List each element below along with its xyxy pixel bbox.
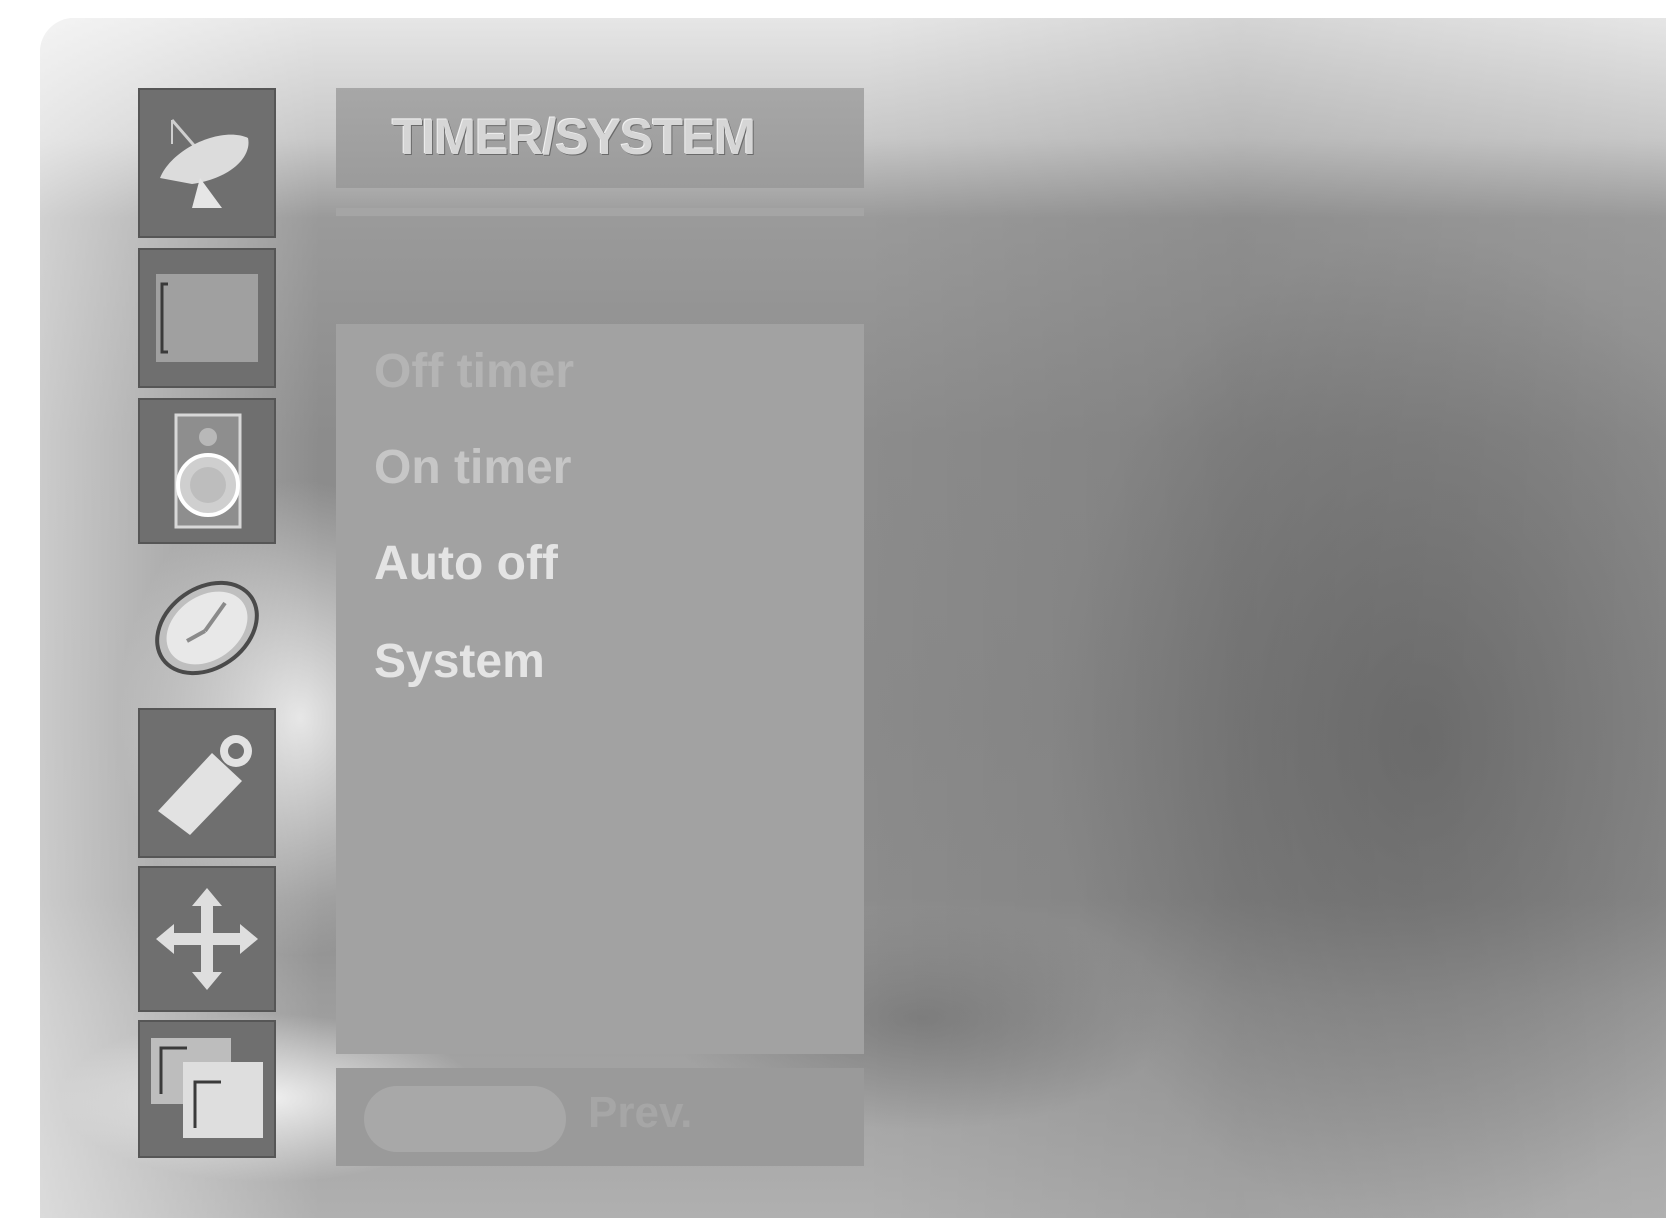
menu-tab-timer[interactable] [138, 568, 276, 688]
menu-tab-pip[interactable] [138, 1020, 276, 1158]
menu-tab-screen[interactable] [138, 866, 276, 1012]
menu-tab-option[interactable] [138, 708, 276, 858]
menu-title-bar: TIMER/SYSTEM [336, 88, 864, 188]
menu-footer: Prev. [336, 1068, 864, 1166]
title-divider [336, 208, 864, 216]
tv-osd-screen: TIMER/SYSTEM Off timer On timer Auto off… [40, 18, 1666, 1218]
menu-tab-picture[interactable] [138, 248, 276, 388]
menu-item-auto-off[interactable]: Auto off [374, 536, 558, 591]
menu-item-system[interactable]: System [374, 634, 545, 689]
picture-icon [152, 268, 262, 368]
prev-button[interactable] [364, 1086, 566, 1152]
menu-item-on-timer[interactable]: On timer [374, 440, 571, 495]
menu-item-off-timer[interactable]: Off timer [374, 344, 574, 399]
clock-icon [147, 573, 267, 683]
menu-tab-station[interactable] [138, 88, 276, 238]
menu-title: TIMER/SYSTEM [392, 109, 756, 165]
menu-tab-sound[interactable] [138, 398, 276, 544]
pip-icon [147, 1034, 267, 1144]
speaker-icon [162, 411, 252, 531]
menu-list: Off timer On timer Auto off System [336, 324, 864, 1054]
satellite-dish-icon [152, 108, 262, 218]
arrows-icon [152, 884, 262, 994]
prev-label: Prev. [588, 1088, 693, 1137]
tag-icon [152, 723, 262, 843]
